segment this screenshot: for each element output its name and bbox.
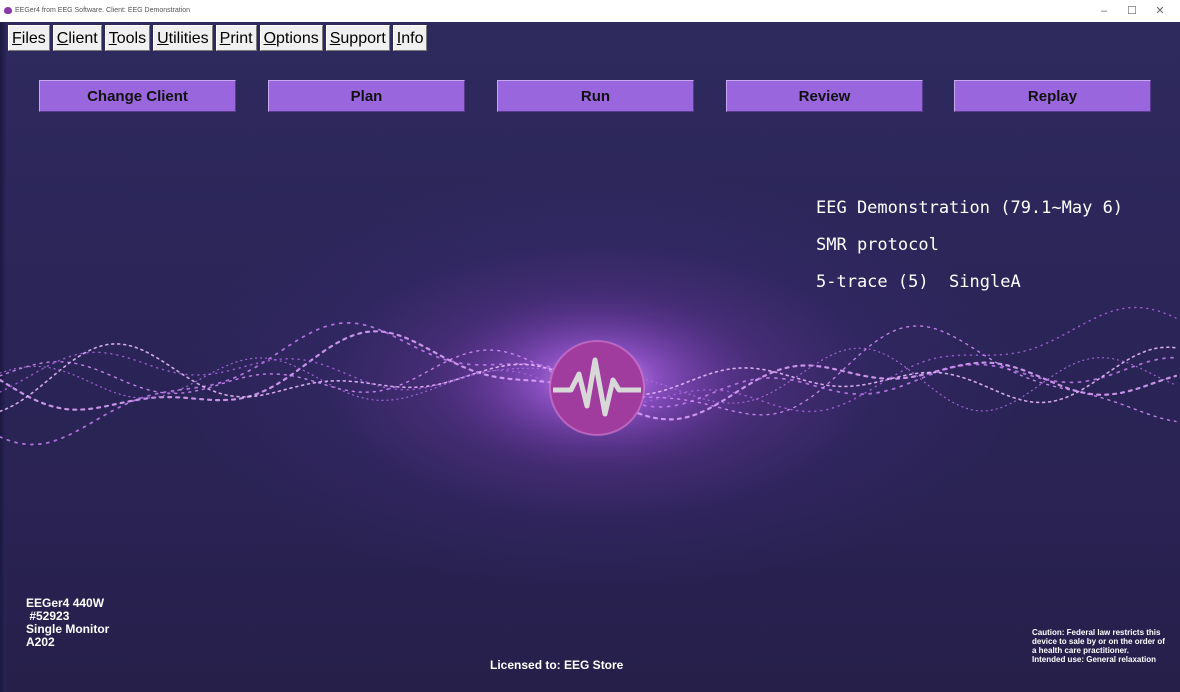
minimize-button[interactable]: – <box>1093 3 1115 19</box>
change-client-button[interactable]: Change Client <box>39 80 236 112</box>
menu-tools[interactable]: Tools <box>104 25 151 51</box>
caution-notice: Caution: Federal law restricts this devi… <box>1032 628 1165 664</box>
menu-files[interactable]: Files <box>8 25 50 51</box>
device-code: A202 <box>26 635 55 649</box>
menu-print[interactable]: Print <box>215 25 257 51</box>
menu-bar: Files Client Tools Utilities Print Optio… <box>8 25 428 51</box>
title-bar: EEGer4 from EEG Software. Client: EEG De… <box>0 0 1180 22</box>
menu-utilities[interactable]: Utilities <box>153 25 213 51</box>
menu-client[interactable]: Client <box>52 25 102 51</box>
plan-button[interactable]: Plan <box>268 80 465 112</box>
replay-button[interactable]: Replay <box>954 80 1151 112</box>
app-icon <box>4 7 12 14</box>
client-info: EEG Demonstration (79.1~May 6) <box>816 198 1124 218</box>
window-title: EEGer4 from EEG Software. Client: EEG De… <box>15 7 191 14</box>
review-button[interactable]: Review <box>726 80 923 112</box>
menu-support[interactable]: Support <box>325 25 390 51</box>
app-window: EEGer4 from EEG Software. Client: EEG De… <box>0 0 1180 692</box>
device-info: EEGer4 440W #52923 Single Monitor A202 <box>26 597 109 649</box>
menu-info[interactable]: Info <box>392 25 428 51</box>
maximize-button[interactable]: ☐ <box>1121 3 1143 19</box>
run-button[interactable]: Run <box>497 80 694 112</box>
close-button[interactable]: ✕ <box>1149 3 1171 19</box>
license-text: Licensed to: EEG Store <box>490 658 624 672</box>
eeg-logo-icon <box>549 340 645 436</box>
menu-options[interactable]: Options <box>259 25 323 51</box>
